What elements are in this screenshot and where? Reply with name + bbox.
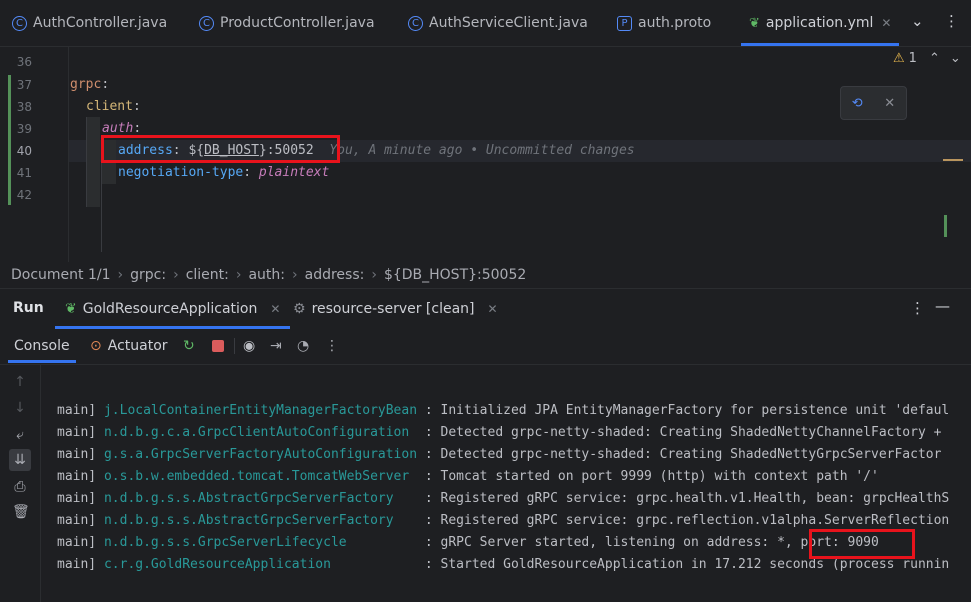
warning-icon: ⚠ <box>893 51 905 66</box>
console-output[interactable]: ↑ ↓ ⤶ ⇊ ⎙ 🗑 main] j.LocalContainerEntity… <box>0 364 971 602</box>
line-number: 42 <box>16 188 32 202</box>
scroll-marker <box>943 159 963 161</box>
code-editor[interactable]: 36 37 38 39 40 41 42 grpc: client: auth:… <box>0 47 971 262</box>
log-line: main] j.LocalContainerEntityManagerFacto… <box>57 403 950 418</box>
log-line: main] n.d.b.g.c.a.GrpcClientAutoConfigur… <box>57 425 942 440</box>
java-class-icon: C <box>12 15 27 31</box>
more-vertical-icon[interactable]: ⋮ <box>910 299 925 317</box>
java-class-icon: C <box>408 15 423 31</box>
proto-file-icon: P <box>617 15 632 31</box>
more-vertical-icon[interactable]: ⋮ <box>944 12 959 30</box>
close-icon[interactable]: ✕ <box>270 302 280 316</box>
floating-toolbar: ⟲ ✕ <box>840 86 907 120</box>
warning-indicator[interactable]: ⚠ 1 ⌃ ⌄ <box>893 51 961 66</box>
tab-label: application.yml <box>765 15 874 31</box>
more-vertical-icon[interactable]: ⋮ <box>325 338 339 354</box>
arrow-down-icon[interactable]: ↓ <box>12 400 28 416</box>
breadcrumb-item[interactable]: address: <box>305 267 365 283</box>
tab-auth-controller[interactable]: C AuthController.java <box>12 0 167 46</box>
reload-config-icon[interactable]: ⟲ <box>852 96 863 111</box>
camera-icon[interactable]: ◉ <box>234 338 255 354</box>
console-toolbar: Console ⊙ Actuator ↻ ◉ ⇥ ◔ ⋮ <box>0 329 971 363</box>
stop-icon[interactable] <box>212 340 224 352</box>
close-icon[interactable]: ✕ <box>881 16 891 30</box>
code-line-38: client: <box>86 99 141 114</box>
restore-layout-icon[interactable]: ⇥ <box>270 338 282 354</box>
log-line: main] o.s.b.w.embedded.tomcat.TomcatWebS… <box>57 469 879 484</box>
spring-run-icon: ❦ <box>65 301 77 317</box>
log-line: main] n.d.b.g.s.s.GrpcServerLifecycle : … <box>57 535 879 550</box>
log-line: main] c.r.g.GoldResourceApplication : St… <box>57 557 950 572</box>
gradle-icon: ⚙ <box>293 301 306 317</box>
print-icon[interactable]: ⎙ <box>12 479 28 495</box>
tab-label: AuthController.java <box>33 15 168 31</box>
code-line-39: auth: <box>102 121 142 136</box>
chevron-up-icon[interactable]: ⌃ <box>929 51 940 66</box>
close-icon[interactable]: ✕ <box>884 96 895 111</box>
tab-label: auth.proto <box>638 15 712 31</box>
profiler-icon[interactable]: ◔ <box>297 338 309 354</box>
chevron-down-icon[interactable]: ⌄ <box>950 51 961 66</box>
breadcrumb-item[interactable]: ${DB_HOST}:50052 <box>384 267 526 283</box>
soft-wrap-icon[interactable]: ⤶ <box>12 427 28 443</box>
run-tab-resource-server[interactable]: ⚙ resource-server [clean] ✕ <box>293 289 498 329</box>
spring-leaf-icon: ❦ <box>749 15 760 31</box>
code-line-41: negotiation-type: plaintext <box>118 165 330 180</box>
console-side-toolbar: ↑ ↓ ⤶ ⇊ ⎙ 🗑 <box>0 365 41 602</box>
line-number: 36 <box>16 55 32 69</box>
breadcrumb: Document 1/1 › grpc: › client: › auth: › add… <box>11 267 527 283</box>
run-tab-label: GoldResourceApplication <box>82 301 258 317</box>
run-label: Run <box>13 300 44 316</box>
tab-actuator[interactable]: ⊙ Actuator <box>90 329 168 363</box>
tab-auth-proto[interactable]: P auth.proto <box>617 0 711 46</box>
line-number: 40 <box>16 144 32 158</box>
run-tab-label: resource-server [clean] <box>311 301 475 317</box>
tab-application-yml[interactable]: ❦ application.yml ✕ <box>740 0 900 46</box>
tab-auth-service-client[interactable]: C AuthServiceClient.java <box>408 0 588 46</box>
editor-tab-bar: C AuthController.java C ProductControlle… <box>0 0 971 47</box>
line-number: 37 <box>16 78 32 92</box>
trash-icon[interactable]: 🗑 <box>12 504 30 520</box>
breadcrumb-item[interactable]: grpc: <box>130 267 166 283</box>
line-number: 39 <box>16 122 32 136</box>
breadcrumb-item[interactable]: Document 1/1 <box>11 267 111 283</box>
breadcrumb-item[interactable]: client: <box>186 267 229 283</box>
tab-label: AuthServiceClient.java <box>429 15 588 31</box>
git-blame-annotation: You, A minute ago • Uncommitted changes <box>329 143 635 158</box>
log-line: main] n.d.b.g.s.s.AbstractGrpcServerFact… <box>57 513 950 528</box>
indent-guide <box>86 117 87 207</box>
run-tool-window-header: Run ❦ GoldResourceApplication ✕ ⚙ resour… <box>0 288 971 329</box>
java-class-icon: C <box>199 15 214 31</box>
line-number: 38 <box>16 100 32 114</box>
close-icon[interactable]: ✕ <box>488 302 498 316</box>
tab-console[interactable]: Console <box>8 329 76 363</box>
arrow-up-icon[interactable]: ↑ <box>12 374 28 390</box>
code-line-37: grpc: <box>70 77 110 92</box>
actuator-icon: ⊙ <box>90 338 102 354</box>
scroll-to-end-icon[interactable]: ⇊ <box>9 449 31 471</box>
log-line: main] g.s.a.GrpcServerFactoryAutoConfigu… <box>57 447 942 462</box>
highlight-box-address <box>101 135 340 163</box>
rerun-icon[interactable]: ↻ <box>183 338 195 354</box>
scroll-change-marker <box>944 215 947 237</box>
highlight-box-port <box>809 529 915 559</box>
tab-product-controller[interactable]: C ProductController.java <box>199 0 375 46</box>
line-gutter: 36 37 38 39 40 41 42 <box>0 47 69 262</box>
run-tab-gold-resource[interactable]: ❦ GoldResourceApplication ✕ <box>54 289 291 329</box>
chevron-down-icon[interactable]: ⌄ <box>911 12 924 30</box>
change-marker <box>8 75 11 205</box>
log-line: main] n.d.b.g.s.s.AbstractGrpcServerFact… <box>57 491 950 506</box>
indent-guide <box>86 117 100 207</box>
line-number: 41 <box>16 166 32 180</box>
breadcrumb-item[interactable]: auth: <box>248 267 285 283</box>
minimize-icon[interactable]: — <box>935 297 950 315</box>
tab-label: ProductController.java <box>220 15 375 31</box>
